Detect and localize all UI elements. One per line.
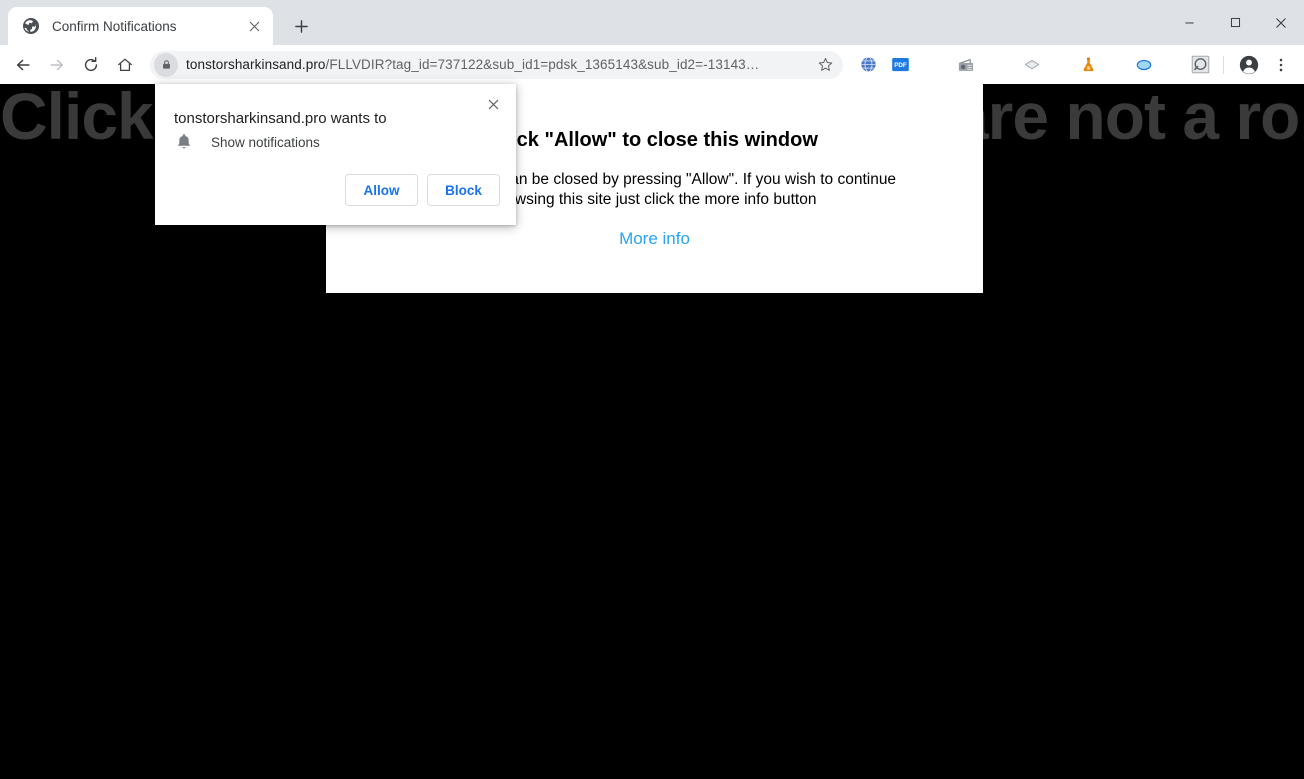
- close-window-button[interactable]: [1258, 7, 1304, 39]
- permission-label: Show notifications: [211, 134, 320, 150]
- new-tab-button[interactable]: [285, 10, 317, 42]
- pdf-extension-icon[interactable]: PDF: [885, 50, 915, 80]
- notification-permission-bubble: tonstorsharkinsand.pro wants to Show not…: [155, 84, 516, 225]
- allow-button[interactable]: Allow: [345, 174, 418, 206]
- permission-actions: Allow Block: [345, 174, 500, 206]
- browser-window: Confirm Notifications tonstorsharkinsand…: [0, 0, 1304, 779]
- maximize-button[interactable]: [1212, 7, 1258, 39]
- browser-menu-button[interactable]: [1266, 50, 1296, 80]
- oval-extension-icon[interactable]: [1129, 50, 1159, 80]
- browser-tab[interactable]: Confirm Notifications: [8, 7, 273, 45]
- browser-toolbar: tonstorsharkinsand.pro/FLLVDIR?tag_id=73…: [0, 45, 1304, 84]
- home-button[interactable]: [110, 50, 140, 80]
- tab-strip: Confirm Notifications: [0, 0, 1304, 45]
- radio-extension-icon[interactable]: [951, 50, 981, 80]
- lock-icon[interactable]: [154, 52, 178, 77]
- permission-title: tonstorsharkinsand.pro wants to: [174, 110, 387, 127]
- profile-avatar-icon[interactable]: [1234, 50, 1264, 80]
- tab-close-icon[interactable]: [243, 15, 265, 37]
- back-button[interactable]: [8, 50, 38, 80]
- forward-button: [42, 50, 72, 80]
- svg-text:PDF: PDF: [894, 62, 907, 69]
- window-controls: [1166, 0, 1304, 45]
- url-host: tonstorsharkinsand.pro: [186, 57, 326, 72]
- bell-icon: [174, 132, 194, 152]
- globe-icon: [22, 17, 40, 35]
- flask-extension-icon[interactable]: [1073, 50, 1103, 80]
- diamond-extension-icon[interactable]: [1017, 50, 1047, 80]
- globe-extension-icon[interactable]: [853, 50, 883, 80]
- tab-title: Confirm Notifications: [52, 18, 177, 34]
- bookmark-star-icon[interactable]: [813, 53, 837, 77]
- block-button[interactable]: Block: [427, 174, 500, 206]
- reload-button[interactable]: [76, 50, 106, 80]
- permission-row: Show notifications: [174, 132, 320, 152]
- more-info-link[interactable]: More info: [326, 229, 983, 249]
- url-text[interactable]: tonstorsharkinsand.pro/FLLVDIR?tag_id=73…: [186, 57, 813, 72]
- dialog-paragraph-line-2: browsing this site just click the more i…: [492, 191, 817, 208]
- toolbar-divider: [1223, 55, 1224, 74]
- extensions-area: PDF: [851, 50, 1296, 80]
- minimize-button[interactable]: [1166, 7, 1212, 39]
- url-path: /FLLVDIR?tag_id=737122&sub_id1=pdsk_1365…: [325, 57, 760, 72]
- address-bar[interactable]: tonstorsharkinsand.pro/FLLVDIR?tag_id=73…: [150, 50, 843, 79]
- close-icon[interactable]: [482, 93, 504, 115]
- magnifier-extension-icon[interactable]: [1185, 50, 1215, 80]
